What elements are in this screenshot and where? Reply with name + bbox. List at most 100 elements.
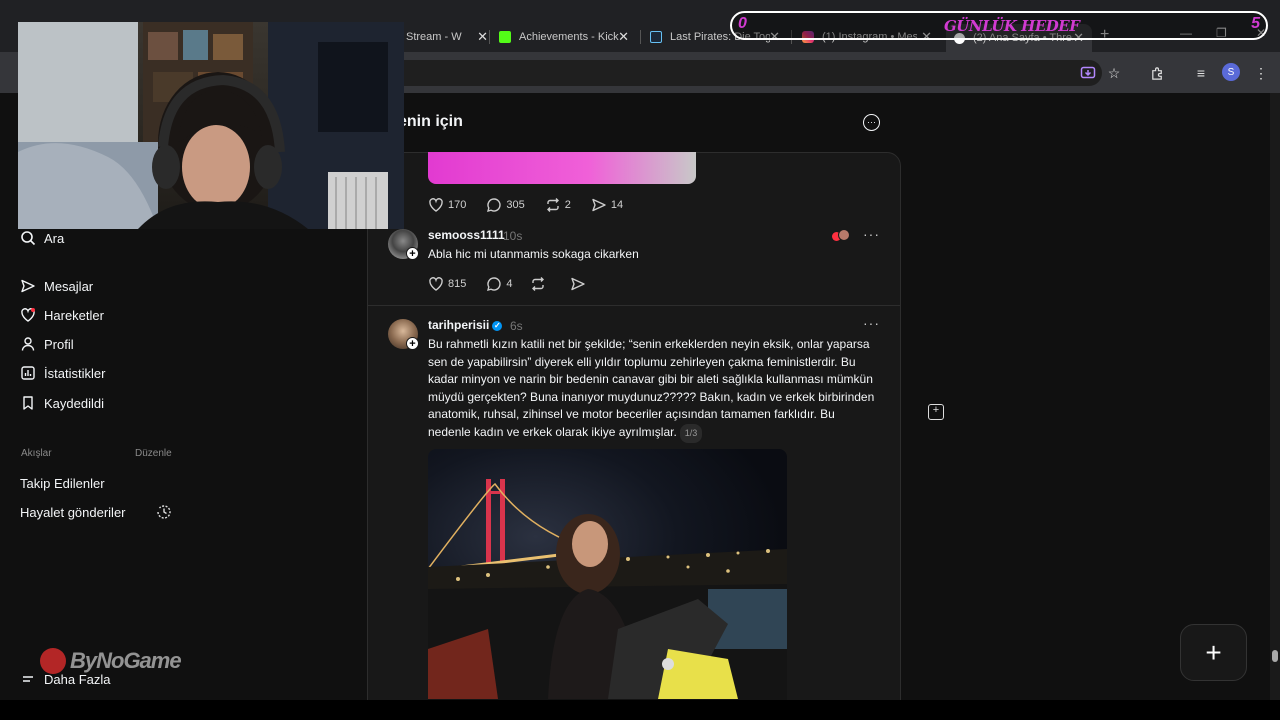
post-actions: 170 305 2 14 <box>428 197 643 213</box>
post-username[interactable]: semooss1111 <box>428 228 505 242</box>
post-username[interactable]: tarihperisii <box>428 318 489 332</box>
sidebar-item-activity[interactable]: Hareketler <box>20 307 104 323</box>
person-icon <box>20 336 36 352</box>
sidebar-item-search[interactable]: Ara <box>20 230 64 246</box>
sidebar-item-label: Profil <box>44 336 74 352</box>
bottom-bar <box>0 700 1280 720</box>
comment-icon <box>487 198 502 212</box>
scrollbar[interactable] <box>1270 93 1280 700</box>
feed-options-icon[interactable]: ··· <box>863 114 880 131</box>
close-icon[interactable]: ✕ <box>477 29 488 45</box>
feeds-section-label: Akışlar <box>21 448 52 459</box>
bridge-night-photo <box>428 479 787 700</box>
search-icon <box>20 230 36 246</box>
ghost-history-icon[interactable] <box>155 503 173 521</box>
close-icon[interactable]: ✕ <box>618 29 629 45</box>
post-photo[interactable] <box>428 449 787 700</box>
menu-icon <box>20 671 36 687</box>
reply-button[interactable]: 4 <box>486 276 512 292</box>
repost-icon <box>546 198 559 212</box>
send-icon <box>20 278 36 294</box>
kebab-menu-icon[interactable]: ⋮ <box>1252 64 1270 82</box>
edit-feeds-link[interactable]: Düzenle <box>135 448 172 459</box>
post-time: 10s <box>503 229 523 243</box>
watermark-text: ByNoGame <box>70 648 182 673</box>
repost-button[interactable]: 2 <box>545 197 571 213</box>
page-title: enin için <box>398 113 463 130</box>
liked-avatars-icon <box>832 229 850 243</box>
share-button[interactable]: 14 <box>591 197 623 213</box>
repost-button[interactable] <box>530 276 550 292</box>
daily-goal-overlay: 0 GÜNLÜK HEDEF 5 <box>730 11 1268 40</box>
like-button[interactable]: 815 <box>428 276 466 292</box>
browser-tab[interactable]: Achievements - Kick ✕ <box>499 24 637 50</box>
post-username-row[interactable]: tarihperisii ✓ <box>428 318 503 332</box>
install-app-icon[interactable] <box>1079 64 1097 82</box>
kick-favicon <box>499 31 511 43</box>
heart-icon <box>429 277 443 291</box>
profile-initial: S <box>1227 66 1235 78</box>
reply-button[interactable]: 305 <box>486 197 525 213</box>
post-divider <box>367 305 901 306</box>
star-icon[interactable]: ☆ <box>1105 64 1123 82</box>
sidebar-item-label: Ara <box>44 230 65 246</box>
media-control-icon[interactable]: ≡ <box>1192 64 1210 82</box>
new-thread-button[interactable]: + <box>1180 624 1247 681</box>
send-icon <box>571 277 586 291</box>
extensions-icon[interactable] <box>1148 64 1166 82</box>
sidebar-item-label: Mesajlar <box>44 278 94 294</box>
post-image[interactable] <box>428 152 696 184</box>
post-more-icon[interactable]: ··· <box>863 315 880 331</box>
sidebar-item-insights[interactable]: İstatistikler <box>20 365 105 381</box>
heart-icon <box>429 198 443 212</box>
like-count: 170 <box>448 199 467 211</box>
like-count: 815 <box>448 278 467 290</box>
bynogame-logo <box>40 648 66 674</box>
post-text-block: Bu rahmetli kızın katili net bir şekilde… <box>428 336 880 443</box>
sidebar-item-label: Hareketler <box>44 307 104 323</box>
sidebar-item-label: İstatistikler <box>44 365 106 381</box>
share-button[interactable] <box>570 276 590 292</box>
post-text: Bu rahmetli kızın katili net bir şekilde… <box>428 337 875 439</box>
browser-tab[interactable]: Stream - W ✕ <box>406 24 488 50</box>
screen: Stream - W ✕ Achievements - Kick ✕ Last … <box>0 0 1280 720</box>
goal-title: GÜNLÜK HEDEF <box>944 17 1080 35</box>
post-text: Abla hic mi utanmamis sokaga cikarken <box>428 247 639 261</box>
tab-title: Stream - W <box>406 31 462 43</box>
share-count: 14 <box>610 199 624 211</box>
send-icon <box>592 198 606 212</box>
goal-current: 0 <box>738 15 747 32</box>
profile-avatar[interactable]: S <box>1222 63 1240 81</box>
like-button[interactable]: 170 <box>428 197 466 213</box>
bookmark-icon <box>20 395 36 411</box>
sidebar-item-label: Kaydedildi <box>44 395 104 411</box>
sidebar-item-profile[interactable]: Profil <box>20 336 74 352</box>
sidebar-item-saved[interactable]: Kaydedildi <box>20 395 104 411</box>
right-area <box>901 93 1270 700</box>
comment-icon <box>487 277 502 291</box>
webcam-overlay <box>18 22 404 229</box>
post-time: 6s <box>510 319 523 333</box>
page-indicator: 1/3 <box>679 423 703 443</box>
sidebar-item-messages[interactable]: Mesajlar <box>20 278 93 294</box>
scrollbar-thumb[interactable] <box>1272 650 1278 662</box>
follow-plus-icon[interactable]: + <box>406 247 419 260</box>
reply-count: 305 <box>506 199 525 211</box>
post-actions: 815 4 <box>428 276 610 292</box>
heart-icon <box>20 307 36 323</box>
goal-target: 5 <box>1251 15 1260 32</box>
webcam-feed <box>18 22 404 229</box>
tab-separator <box>640 30 641 44</box>
tab-separator <box>489 30 490 44</box>
chart-icon <box>20 365 36 381</box>
feed-ghost-posts[interactable]: Hayalet gönderiler <box>20 505 126 520</box>
post-more-icon[interactable]: ··· <box>863 226 880 242</box>
tab-title: Achievements - Kick <box>519 31 619 43</box>
feed-following[interactable]: Takip Edilenler <box>20 476 105 491</box>
verified-badge-icon: ✓ <box>492 321 503 331</box>
add-column-icon[interactable]: + <box>928 404 944 420</box>
repost-icon <box>532 277 545 291</box>
follow-plus-icon[interactable]: + <box>406 337 419 350</box>
repost-count: 2 <box>564 199 571 211</box>
steam-favicon <box>650 31 662 43</box>
